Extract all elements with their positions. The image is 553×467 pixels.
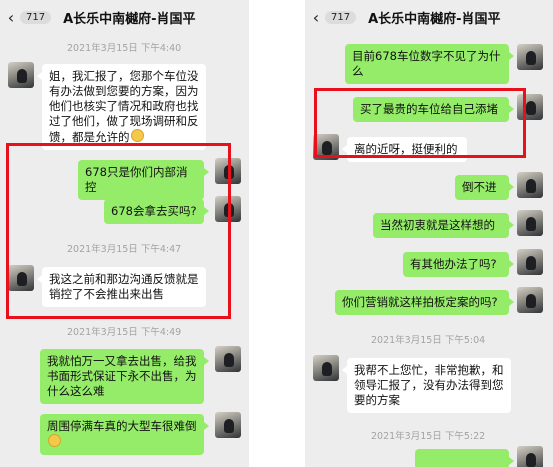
avatar[interactable] bbox=[215, 412, 241, 438]
message-text: 姐，我汇报了，您那个车位没有办法做到您要的方案，因为他们也核实了情况和政府也找过… bbox=[49, 69, 199, 144]
message-bubble-sent[interactable] bbox=[415, 449, 514, 467]
message-bubble-sent[interactable]: 倒不进 bbox=[455, 175, 514, 200]
timestamp: 2021年3月15日 下午4:40 bbox=[67, 43, 182, 54]
message-bubble-received[interactable]: 姐，我汇报了，您那个车位没有办法做到您要的方案，因为他们也核实了情况和政府也找过… bbox=[37, 64, 206, 150]
message-bubble-sent[interactable]: 有其他办法了吗? bbox=[403, 252, 514, 277]
avatar[interactable] bbox=[215, 346, 241, 372]
message-bubble-sent[interactable]: 目前678车位数字不见了为什么 bbox=[345, 44, 514, 84]
avatar[interactable] bbox=[517, 249, 543, 275]
emoji-icon bbox=[48, 434, 61, 447]
chevron-left-icon[interactable]: ‹ bbox=[309, 8, 323, 27]
message-bubble-sent[interactable]: 你们营销就这样拍板定案的吗? bbox=[335, 290, 514, 315]
avatar[interactable] bbox=[517, 210, 543, 236]
message-text: 我帮不上您忙，非常抱歉，和领导汇报了，没有办法得到您要的方案 bbox=[354, 363, 504, 407]
message-bubble-sent[interactable]: 周围停满车真的大型车很难倒 bbox=[40, 414, 209, 455]
message-text: 目前678车位数字不见了为什么 bbox=[352, 49, 501, 78]
chat-panel-right: ‹ 717 A长乐中南樾府-肖国平 目前678车位数字不见了为什么 买了最贵的车… bbox=[305, 0, 553, 467]
timestamp: 2021年3月15日 下午5:22 bbox=[371, 431, 486, 442]
timestamp: 2021年3月15日 下午5:04 bbox=[371, 335, 486, 346]
message-text: 倒不进 bbox=[462, 180, 497, 194]
avatar[interactable] bbox=[8, 62, 34, 88]
timestamp: 2021年3月15日 下午4:49 bbox=[67, 327, 182, 338]
message-bubble-received[interactable]: 我帮不上您忙，非常抱歉，和领导汇报了，没有办法得到您要的方案 bbox=[342, 358, 511, 413]
highlight-box bbox=[314, 88, 526, 158]
message-text: 有其他办法了吗? bbox=[410, 257, 497, 271]
avatar[interactable] bbox=[313, 355, 339, 381]
emoji-smile-icon bbox=[130, 129, 144, 142]
unread-badge[interactable]: 717 bbox=[325, 10, 357, 24]
avatar[interactable] bbox=[517, 446, 543, 467]
chevron-left-icon[interactable]: ‹ bbox=[4, 8, 18, 27]
avatar[interactable] bbox=[517, 172, 543, 198]
message-text: 我就怕万一又拿去出售，给我书面形式保证下永不出售，为什么这么难 bbox=[47, 354, 197, 398]
highlight-box bbox=[6, 143, 231, 319]
unread-badge[interactable]: 717 bbox=[20, 10, 52, 24]
avatar[interactable] bbox=[517, 287, 543, 313]
message-text: 当然初衷就是这样想的 bbox=[380, 218, 495, 232]
chat-header: ‹ 717 A长乐中南樾府-肖国平 bbox=[0, 0, 249, 34]
message-text: 你们营销就这样拍板定案的吗? bbox=[342, 295, 498, 309]
avatar[interactable] bbox=[517, 44, 543, 70]
message-bubble-sent[interactable]: 我就怕万一又拿去出售，给我书面形式保证下永不出售，为什么这么难 bbox=[40, 349, 209, 404]
message-text: 周围停满车真的大型车很难倒 bbox=[47, 419, 197, 433]
chat-title: A长乐中南樾府-肖国平 bbox=[63, 11, 196, 27]
message-bubble-sent[interactable]: 当然初衷就是这样想的 bbox=[373, 213, 514, 238]
chat-title: A长乐中南樾府-肖国平 bbox=[368, 11, 501, 27]
chat-header: ‹ 717 A长乐中南樾府-肖国平 bbox=[305, 0, 553, 34]
